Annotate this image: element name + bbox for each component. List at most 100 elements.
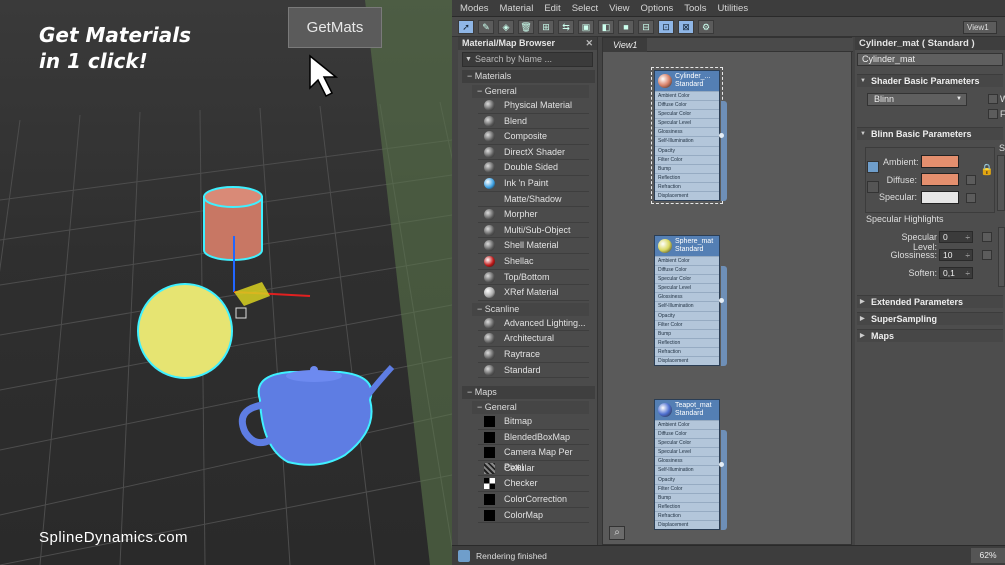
diffuse-color-swatch[interactable]: [921, 173, 959, 186]
view-dropdown[interactable]: View1: [963, 21, 997, 34]
menu-item-tools[interactable]: Tools: [684, 3, 706, 14]
soften-spinner[interactable]: 0,1: [939, 267, 973, 279]
node-slot[interactable]: Reflection: [655, 172, 719, 182]
spec-level-map-button[interactable]: [982, 232, 992, 242]
node-slot[interactable]: Reflection: [655, 337, 719, 347]
node-slot[interactable]: Bump: [655, 328, 719, 338]
ambient-color-swatch[interactable]: [921, 155, 959, 168]
faceted-checkbox[interactable]: [988, 109, 998, 119]
material-name-field[interactable]: Cylinder_mat: [857, 53, 1003, 66]
node-slot[interactable]: Diffuse Color: [655, 429, 719, 438]
tab-view1[interactable]: View1: [603, 38, 648, 52]
node-slot[interactable]: Specular Color: [655, 438, 719, 447]
select-tool-icon[interactable]: ➚: [458, 19, 474, 34]
node-slot[interactable]: Displacement: [655, 356, 719, 365]
maps-group[interactable]: − Maps: [462, 386, 595, 400]
node-slot[interactable]: Reflection: [655, 501, 719, 511]
padlock-icon[interactable]: 🔒: [980, 163, 994, 176]
spec-level-spinner[interactable]: 0: [939, 231, 973, 243]
eyedropper-icon[interactable]: ✎: [478, 19, 494, 34]
scanline-group[interactable]: − Scanline: [472, 302, 589, 316]
node-view[interactable]: View1 Cylinder_... Standard Ambient Color D…: [602, 37, 853, 545]
maps-general-group[interactable]: − General: [472, 401, 589, 415]
node-slot[interactable]: Opacity: [655, 145, 719, 155]
browser-item[interactable]: ColorMap: [478, 508, 589, 524]
node-slot[interactable]: Refraction: [655, 181, 719, 191]
getmats-button[interactable]: GetMats: [288, 7, 382, 48]
wire-checkbox[interactable]: [988, 94, 998, 104]
browser-item[interactable]: Camera Map Per Pixel: [478, 445, 589, 472]
general-group[interactable]: − General: [472, 85, 589, 98]
browser-item[interactable]: DirectX Shader: [478, 145, 589, 161]
browser-item[interactable]: Double Sided: [478, 160, 589, 176]
browser-item[interactable]: Raytrace: [478, 347, 589, 363]
node-slot[interactable]: Glossiness: [655, 127, 719, 136]
browser-item[interactable]: Architectural: [478, 331, 589, 347]
browser-item[interactable]: ColorCorrection: [478, 492, 589, 508]
output-socket[interactable]: [719, 462, 724, 467]
browser-item[interactable]: Top/Bottom: [478, 270, 589, 286]
browser-item[interactable]: Shell Material: [478, 238, 589, 254]
show-end-result-icon[interactable]: ⊟: [638, 19, 654, 34]
node-slot[interactable]: Ambient Color: [655, 91, 719, 100]
browser-item[interactable]: Multi/Sub-Object: [478, 223, 589, 239]
node-slot[interactable]: Glossiness: [655, 292, 719, 301]
lock-ambient-icon[interactable]: [867, 161, 879, 173]
zoom-level[interactable]: 62%: [971, 548, 1005, 563]
node-slot[interactable]: Ambient Color: [655, 420, 719, 429]
assign-material-icon[interactable]: ◈: [498, 19, 514, 34]
node-slot[interactable]: Bump: [655, 163, 719, 173]
shader-basic-rollout[interactable]: Shader Basic Parameters: [857, 74, 1003, 88]
supersampling-rollout[interactable]: SuperSampling: [857, 312, 1003, 326]
node-slot[interactable]: Opacity: [655, 310, 719, 320]
material-node[interactable]: Sphere_mat Standard Ambient Color Diffuse C…: [654, 235, 727, 367]
extended-parameters-rollout[interactable]: Extended Parameters: [857, 295, 1003, 309]
browser-item[interactable]: XRef Material: [478, 285, 589, 301]
layout-all-icon[interactable]: ⊡: [658, 19, 674, 34]
browser-item[interactable]: Checker: [478, 476, 589, 493]
diffuse-map-button[interactable]: [966, 175, 976, 185]
move-children-icon[interactable]: ⇆: [558, 19, 574, 34]
node-header[interactable]: Teapot_mat Standard: [655, 400, 719, 420]
browser-item[interactable]: Shellac: [478, 254, 589, 270]
menu-item-view[interactable]: View: [609, 3, 629, 14]
node-header[interactable]: Sphere_mat Standard: [655, 236, 719, 256]
hide-unused-icon[interactable]: ▣: [578, 19, 594, 34]
node-slot[interactable]: Specular Level: [655, 283, 719, 292]
binoculars-icon[interactable]: ⌕: [609, 526, 625, 540]
node-slot[interactable]: Refraction: [655, 510, 719, 520]
output-socket[interactable]: [719, 133, 724, 138]
specular-color-swatch[interactable]: [921, 191, 959, 204]
menu-item-material[interactable]: Material: [500, 3, 534, 14]
specular-map-button[interactable]: [966, 193, 976, 203]
browser-item[interactable]: Advanced Lighting...: [478, 316, 589, 332]
node-slot[interactable]: Specular Level: [655, 447, 719, 456]
node-slot[interactable]: Displacement: [655, 520, 719, 529]
browser-item[interactable]: Bitmap: [478, 414, 589, 430]
node-header[interactable]: Cylinder_... Standard: [655, 71, 719, 91]
menu-item-options[interactable]: Options: [641, 3, 674, 14]
browser-item[interactable]: Physical Material: [478, 98, 589, 114]
materials-group[interactable]: − Materials: [462, 70, 595, 83]
delete-icon[interactable]: 🗑: [518, 19, 534, 34]
shader-select[interactable]: Blinn ▼: [867, 93, 967, 106]
node-slot[interactable]: Refraction: [655, 346, 719, 356]
browser-item[interactable]: Composite: [478, 129, 589, 145]
browser-item[interactable]: BlendedBoxMap: [478, 430, 589, 446]
node-slot[interactable]: Self-Illumination: [655, 136, 719, 145]
node-slot[interactable]: Specular Color: [655, 274, 719, 283]
node-slot[interactable]: Displacement: [655, 191, 719, 200]
3d-viewport[interactable]: Get Materials in 1 click! GetMats Spline…: [0, 0, 452, 565]
node-slot[interactable]: Self-Illumination: [655, 465, 719, 474]
menu-item-edit[interactable]: Edit: [544, 3, 560, 14]
show-map-icon[interactable]: ◧: [598, 19, 614, 34]
material-node[interactable]: Teapot_mat Standard Ambient Color Diffuse C…: [654, 399, 727, 531]
browser-item[interactable]: Standard: [478, 363, 589, 379]
node-slot[interactable]: Filter Color: [655, 319, 719, 329]
menu-item-utilities[interactable]: Utilities: [717, 3, 748, 14]
node-slot[interactable]: Opacity: [655, 474, 719, 484]
node-slot[interactable]: Diffuse Color: [655, 265, 719, 274]
search-input[interactable]: Search by Name ...: [462, 52, 593, 67]
node-slot[interactable]: Specular Color: [655, 109, 719, 118]
browser-item[interactable]: Matte/Shadow: [478, 192, 589, 208]
